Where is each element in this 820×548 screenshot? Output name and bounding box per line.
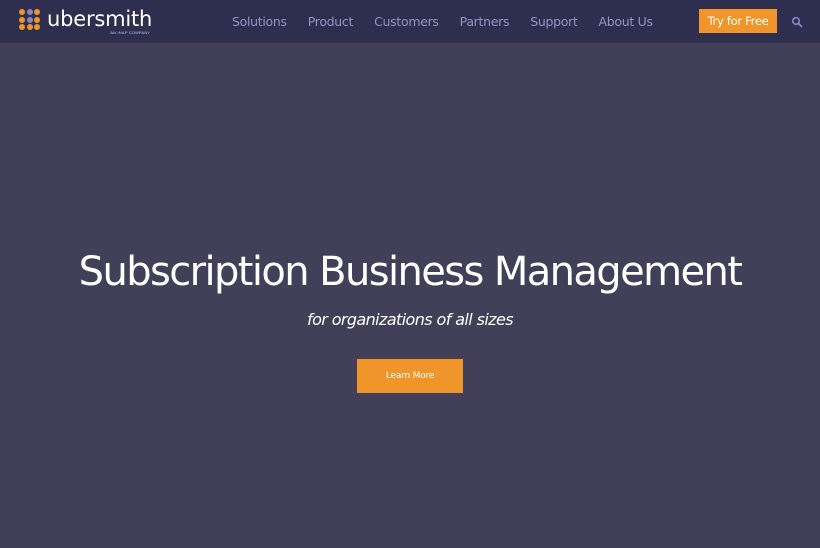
- brand-tagline: AN INAP COMPANY: [110, 30, 151, 35]
- logo-dot: [34, 16, 40, 23]
- brand-name: ubersmith: [47, 7, 153, 31]
- nav-item-partners[interactable]: Partners: [460, 14, 510, 29]
- logo[interactable]: ubersmith AN INAP COMPANY: [19, 8, 152, 36]
- navbar: ubersmith AN INAP COMPANY Solutions Prod…: [0, 0, 820, 43]
- hero-subtitle: for organizations of all sizes: [307, 310, 514, 329]
- nav-item-about-us[interactable]: About Us: [599, 14, 654, 29]
- nav-item-customers[interactable]: Customers: [374, 14, 439, 29]
- learn-more-button[interactable]: Learn More: [357, 359, 463, 393]
- nav-item-support[interactable]: Support: [530, 14, 578, 29]
- logo-dot: [34, 9, 40, 15]
- logo-dot: [26, 9, 33, 15]
- nav-item-product[interactable]: Product: [308, 14, 354, 29]
- logo-dot: [19, 24, 25, 30]
- try-for-free-button[interactable]: Try for Free: [699, 9, 777, 33]
- logo-wordmark: ubersmith AN INAP COMPANY: [47, 7, 153, 35]
- logo-dot: [26, 24, 33, 30]
- hero-section: Subscription Business Management for org…: [0, 43, 820, 548]
- nav-item-solutions[interactable]: Solutions: [232, 14, 287, 29]
- logo-dot: [19, 9, 25, 15]
- hero-title: Subscription Business Management: [78, 249, 743, 295]
- search-icon[interactable]: [791, 15, 803, 28]
- logo-dot: [34, 24, 40, 30]
- logo-dots-icon: [19, 9, 40, 30]
- main-nav: Solutions Product Customers Partners Sup…: [232, 0, 674, 43]
- logo-dot: [26, 16, 33, 23]
- logo-dot: [19, 16, 25, 23]
